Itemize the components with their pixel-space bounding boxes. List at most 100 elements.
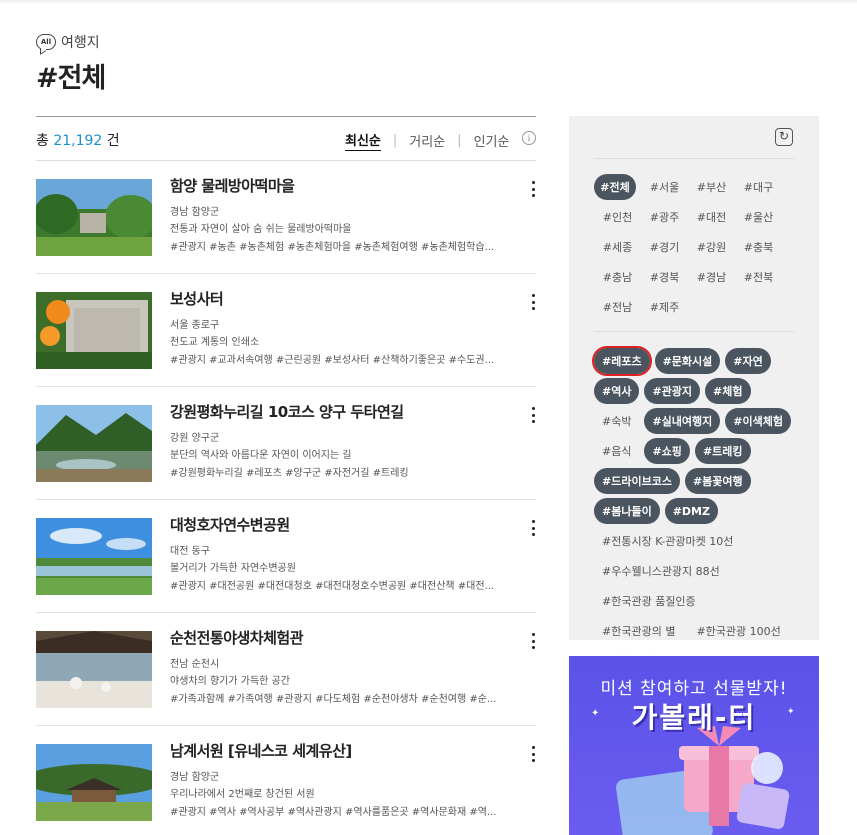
region-tag[interactable]: #충남 (594, 264, 641, 290)
theme-tag[interactable]: #숙박 (594, 408, 639, 434)
thumbnail-image[interactable] (36, 179, 152, 256)
travel-list: 함양 물레방아떡마을 경남 함양군 전통과 자연이 살아 숨 쉬는 물레방아떡마… (36, 161, 536, 835)
item-location: 서울 종로구 (170, 320, 220, 331)
theme-tag[interactable]: #드라이브코스 (594, 468, 680, 494)
list-item[interactable]: 함양 물레방아떡마을 경남 함양군 전통과 자연이 살아 숨 쉬는 물레방아떡마… (36, 161, 536, 274)
region-tags: #전체 #서울 #부산 #대구 #인천 #광주 #대전 #울산 #세종 #경기 … (594, 174, 804, 324)
panel-divider (594, 331, 795, 332)
item-description: 천도교 계통의 인쇄소 (170, 337, 260, 348)
thumbnail-image[interactable] (36, 292, 152, 369)
region-tag[interactable]: #부산 (688, 174, 735, 200)
promo-banner[interactable]: ✦ ✦ 미션 참여하고 선물받자! 가볼래-터 (569, 656, 819, 835)
region-tag[interactable]: #경남 (688, 264, 735, 290)
theme-tag[interactable]: #문화시설 (654, 348, 721, 374)
list-item[interactable]: 보성사터 서울 종로구 천도교 계통의 인쇄소 #관광지 #교과서속여행 #근린… (36, 274, 536, 387)
region-tag[interactable]: #경기 (641, 234, 688, 260)
region-tag-all[interactable]: #전체 (594, 174, 636, 200)
region-tag[interactable]: #광주 (641, 204, 688, 230)
region-tag[interactable]: #서울 (641, 174, 688, 200)
theme-tag[interactable]: #트레킹 (694, 438, 751, 464)
theme-tag[interactable]: #관광지 (644, 378, 701, 404)
region-tag[interactable]: #울산 (735, 204, 782, 230)
list-item[interactable]: 대청호자연수변공원 대전 동구 볼거리가 가득한 자연수변공원 #관광지 #대전… (36, 500, 536, 613)
title-divider (36, 116, 536, 117)
region-tag[interactable]: #세종 (594, 234, 641, 260)
region-tag[interactable]: #충북 (735, 234, 782, 260)
filter-panel: ↻ #전체 #서울 #부산 #대구 #인천 #광주 #대전 #울산 #세종 #경… (569, 116, 819, 668)
item-tags: #강원평화누리길 #레포츠 #양구군 #자전거길 #트레킹 (170, 468, 409, 479)
item-tags: #관광지 #역사 #역사공부 #역사관광지 #역사를품은곳 #역사문화재 #역.… (170, 807, 497, 818)
theme-tag[interactable]: #한국관광 품질인증 (594, 588, 704, 614)
top-divider (0, 0, 857, 4)
item-description: 전통과 자연이 살아 숨 쉬는 물레방아떡마을 (170, 224, 352, 235)
category-label: All 여행지 (36, 32, 100, 52)
theme-tag[interactable]: #전통시장 K-관광마켓 10선 (594, 528, 741, 554)
item-title[interactable]: 강원평화누리길 10코스 양구 두타연길 (170, 401, 404, 422)
region-tag[interactable]: #대전 (688, 204, 735, 230)
category-name: 여행지 (61, 35, 100, 51)
item-location: 전남 순천시 (170, 659, 220, 670)
theme-tag[interactable]: #이색체험 (725, 408, 791, 434)
item-description: 야생차의 향기가 가득한 공간 (170, 676, 290, 687)
more-options-icon[interactable] (530, 520, 536, 536)
more-options-icon[interactable] (530, 294, 536, 310)
list-item[interactable]: 강원평화누리길 10코스 양구 두타연길 강원 양구군 분단의 역사와 아름다운… (36, 387, 536, 500)
sort-popular[interactable]: 인기순 (474, 131, 510, 150)
total-count: 총 21,192 건 (36, 130, 120, 150)
theme-tag-leisure[interactable]: #레포츠 (592, 346, 652, 376)
all-icon: All (36, 34, 56, 50)
region-tag[interactable]: #인천 (594, 204, 641, 230)
list-item[interactable]: 남계서원 [유네스코 세계유산] 경남 함양군 우리나라에서 2번째로 창건된 … (36, 726, 536, 835)
panel-divider (594, 158, 795, 159)
thumbnail-image[interactable] (36, 744, 152, 821)
region-tag[interactable]: #경북 (641, 264, 688, 290)
theme-tag[interactable]: #DMZ (664, 498, 718, 524)
info-icon[interactable]: i (522, 131, 536, 145)
item-title[interactable]: 대청호자연수변공원 (170, 514, 290, 535)
item-title[interactable]: 순천전통야생차체험관 (170, 627, 304, 648)
thumbnail-image[interactable] (36, 631, 152, 708)
sort-separator: | (457, 133, 462, 148)
theme-tag[interactable]: #음식 (594, 438, 639, 464)
item-title[interactable]: 남계서원 [유네스코 세계유산] (170, 740, 352, 761)
item-title[interactable]: 함양 물레방아떡마을 (170, 175, 295, 196)
region-tag[interactable]: #전남 (594, 294, 641, 320)
more-options-icon[interactable] (530, 181, 536, 197)
sort-options: 최신순 | 거리순 | 인기순 (345, 130, 509, 151)
item-tags: #가족과함께 #가족여행 #관광지 #다도체험 #순천야생차 #순천여행 #순.… (170, 694, 497, 705)
theme-tag[interactable]: #한국관광의 별 (594, 618, 683, 644)
thumbnail-image[interactable] (36, 405, 152, 482)
theme-tag[interactable]: #역사 (594, 378, 640, 404)
sort-separator: | (392, 133, 398, 148)
item-tags: #관광지 #대전공원 #대전대청호 #대전대청호수변공원 #대전산책 #대전..… (170, 581, 495, 592)
region-tag[interactable]: #강원 (688, 234, 735, 260)
theme-tag[interactable]: #체험 (705, 378, 751, 404)
theme-tags: #레포츠 #문화시설 #자연 #역사 #관광지 #체험 #숙박 #실내여행지 #… (592, 346, 804, 678)
more-options-icon[interactable] (530, 746, 536, 762)
theme-tag[interactable]: #우수웰니스관광지 88선 (594, 558, 728, 584)
thumbnail-image[interactable] (36, 518, 152, 595)
item-tags: #관광지 #농촌 #농촌체험 #농촌체험마을 #농촌체험여행 #농촌체험학습..… (170, 242, 495, 253)
sort-distance[interactable]: 거리순 (409, 131, 445, 150)
item-title[interactable]: 보성사터 (170, 288, 224, 309)
theme-tag[interactable]: #자연 (725, 348, 771, 374)
theme-tag[interactable]: #봄나들이 (594, 498, 660, 524)
region-tag[interactable]: #대구 (735, 174, 782, 200)
region-tag[interactable]: #제주 (641, 294, 688, 320)
more-options-icon[interactable] (530, 407, 536, 423)
theme-tag[interactable]: #실내여행지 (644, 408, 721, 434)
item-description: 분단의 역사와 아름다운 자연이 이어지는 길 (170, 450, 352, 461)
more-options-icon[interactable] (530, 633, 536, 649)
item-location: 강원 양구군 (170, 433, 220, 444)
sort-latest[interactable]: 최신순 (345, 130, 381, 151)
theme-tag[interactable]: #한국관광 100선 (688, 618, 788, 644)
theme-tag[interactable]: #쇼핑 (644, 438, 690, 464)
refresh-icon[interactable]: ↻ (775, 128, 793, 146)
item-location: 경남 함양군 (170, 772, 220, 783)
item-description: 우리나라에서 2번째로 창건된 서원 (170, 789, 315, 800)
region-tag[interactable]: #전북 (735, 264, 782, 290)
list-item[interactable]: 순천전통야생차체험관 전남 순천시 야생차의 향기가 가득한 공간 #가족과함께… (36, 613, 536, 726)
theme-tag[interactable]: #봄꽃여행 (684, 468, 751, 494)
item-tags: #관광지 #교과서속여행 #근린공원 #보성사터 #산책하기좋은곳 #수도권..… (170, 355, 495, 366)
item-location: 대전 동구 (170, 546, 210, 557)
